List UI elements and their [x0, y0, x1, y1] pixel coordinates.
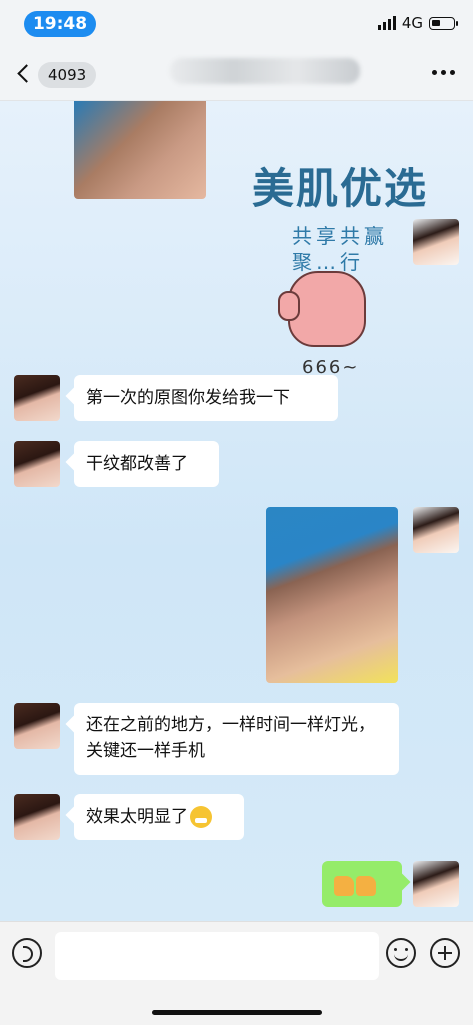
message-bubble[interactable]: 还在之前的地方，一样时间一样灯光，关键还一样手机 — [74, 703, 399, 775]
status-time: 19:48 — [24, 11, 96, 37]
avatar-contact[interactable] — [14, 441, 60, 487]
message-text: 干纹都改善了 — [86, 454, 188, 474]
thumbs-up-icon — [334, 876, 354, 896]
message-input[interactable] — [55, 932, 379, 980]
back-icon[interactable] — [14, 62, 38, 86]
photo-message-face[interactable] — [266, 507, 398, 683]
message-bubble[interactable]: 效果太明显了 — [74, 794, 244, 840]
message-text: 第一次的原图你发给我一下 — [86, 388, 290, 408]
avatar-self[interactable] — [413, 219, 459, 265]
message-text: 效果太明显了 — [86, 807, 188, 827]
status-bar: 19:48 4G — [0, 0, 473, 48]
signal-icon — [377, 16, 396, 30]
more-icon[interactable] — [432, 70, 455, 75]
status-indicators: 4G — [377, 14, 458, 32]
message-bubble[interactable]: 干纹都改善了 — [74, 441, 219, 487]
voice-icon[interactable] — [12, 938, 42, 968]
message-bubble[interactable]: 第一次的原图你发给我一下 — [74, 375, 338, 421]
sticker-subtitle: 共享共赢 聚…行 — [292, 224, 388, 274]
plus-icon[interactable] — [430, 938, 460, 968]
network-type: 4G — [401, 14, 423, 32]
avatar-contact[interactable] — [14, 794, 60, 840]
sticker-message[interactable]: 美肌优选 共享共赢 聚…行 666~ — [180, 141, 440, 378]
hand-sticker-icon — [278, 271, 366, 347]
avatar-self[interactable] — [413, 507, 459, 553]
avatar-self[interactable] — [413, 861, 459, 907]
battery-icon — [429, 16, 458, 30]
message-bubble-self[interactable] — [322, 861, 402, 907]
home-indicator — [152, 1010, 322, 1015]
avatar-contact[interactable] — [14, 375, 60, 421]
avatar-contact[interactable] — [14, 703, 60, 749]
emoji-icon[interactable] — [386, 938, 416, 968]
grin-emoji-icon — [190, 806, 212, 828]
message-text: 还在之前的地方，一样时间一样灯光，关键还一样手机 — [86, 715, 375, 761]
thumbs-up-icon — [356, 876, 376, 896]
contact-name-blurred — [170, 58, 360, 84]
unread-count-badge[interactable]: 4093 — [38, 62, 97, 88]
sticker-title: 美肌优选 — [252, 164, 429, 213]
chat-area[interactable]: 美肌优选 共享共赢 聚…行 666~ 第一次的原图你发给我一下 干纹都改善了 还… — [0, 101, 473, 921]
